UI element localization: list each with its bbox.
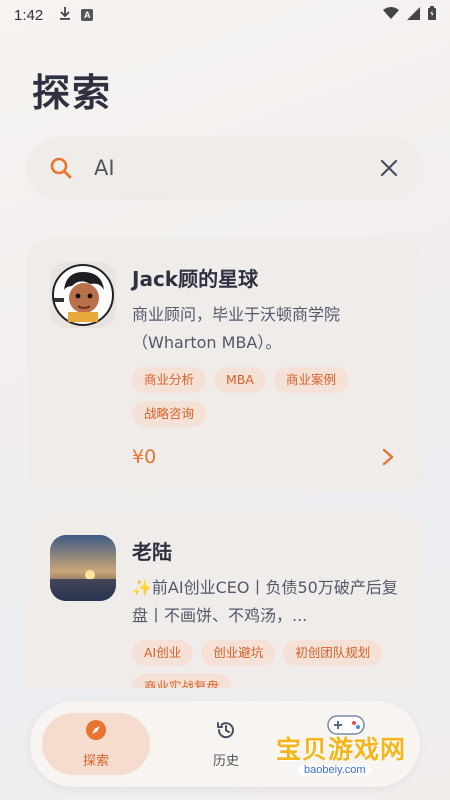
results-list[interactable]: Jack顾的星球 商业顾问，毕业于沃顿商学院（Wharton MBA）。 商业分… (26, 238, 424, 688)
tag[interactable]: AI创业 (132, 640, 194, 666)
status-right-icons (383, 6, 436, 24)
tag[interactable]: MBA (214, 367, 266, 393)
status-bar: 1:42 A (0, 0, 450, 30)
tag[interactable]: 初创团队规划 (283, 640, 383, 666)
card-footer: ¥0 (132, 445, 400, 469)
search-bar[interactable] (26, 137, 424, 199)
card-name: 老陆 (132, 540, 172, 564)
card-description: ✨前AI创业CEO丨负债50万破产后复盘丨不画饼、不鸡汤，... (132, 578, 398, 625)
watermark-logo: 宝贝游戏网 baobeiy.com (276, 708, 422, 782)
a-badge-icon: A (81, 9, 94, 21)
card-tags: AI创业 创业避坑 初创团队规划 商业实战复盘 (132, 640, 400, 688)
signal-icon (407, 6, 420, 24)
avatar (50, 262, 116, 328)
tag[interactable]: 创业避坑 (201, 640, 276, 666)
chevron-right-icon[interactable] (376, 445, 400, 469)
status-time: 1:42 (14, 6, 44, 24)
history-icon (215, 719, 237, 745)
card-body: Jack顾的星球 商业顾问，毕业于沃顿商学院（Wharton MBA）。 商业分… (132, 262, 400, 469)
tab-label: 历史 (212, 754, 239, 769)
download-icon (59, 6, 71, 24)
compass-icon (85, 719, 107, 745)
page-title: 探索 (32, 71, 113, 115)
watermark-text: 宝贝游戏网 (276, 735, 407, 764)
tag[interactable]: 战略咨询 (132, 401, 207, 427)
search-input[interactable] (94, 156, 376, 180)
wifi-icon (383, 7, 399, 23)
clear-search-icon[interactable] (376, 155, 402, 181)
tag[interactable]: 商业案例 (273, 367, 348, 393)
card-tags: 商业分析 MBA 商业案例 战略咨询 (132, 367, 400, 427)
card-name: Jack顾的星球 (132, 267, 259, 291)
card-description: 商业顾问，毕业于沃顿商学院（Wharton MBA）。 (132, 305, 341, 352)
tag[interactable]: 商业实战复盘 (132, 674, 232, 688)
tab-label: 探索 (82, 754, 109, 769)
tab-explore[interactable]: 探索 (42, 713, 150, 775)
battery-icon (428, 6, 436, 24)
tab-history[interactable]: 历史 (172, 713, 280, 775)
search-icon (48, 155, 74, 181)
result-card[interactable]: 老陆 ✨前AI创业CEO丨负债50万破产后复盘丨不画饼、不鸡汤，... AI创业… (26, 511, 424, 688)
card-body: 老陆 ✨前AI创业CEO丨负债50万破产后复盘丨不画饼、不鸡汤，... AI创业… (132, 535, 400, 688)
tag[interactable]: 商业分析 (132, 367, 207, 393)
watermark-url: baobeiy.com (298, 764, 372, 776)
status-left-icons: A (59, 6, 94, 24)
price-label: ¥0 (132, 446, 157, 468)
avatar (50, 535, 116, 601)
result-card[interactable]: Jack顾的星球 商业顾问，毕业于沃顿商学院（Wharton MBA）。 商业分… (26, 238, 424, 493)
